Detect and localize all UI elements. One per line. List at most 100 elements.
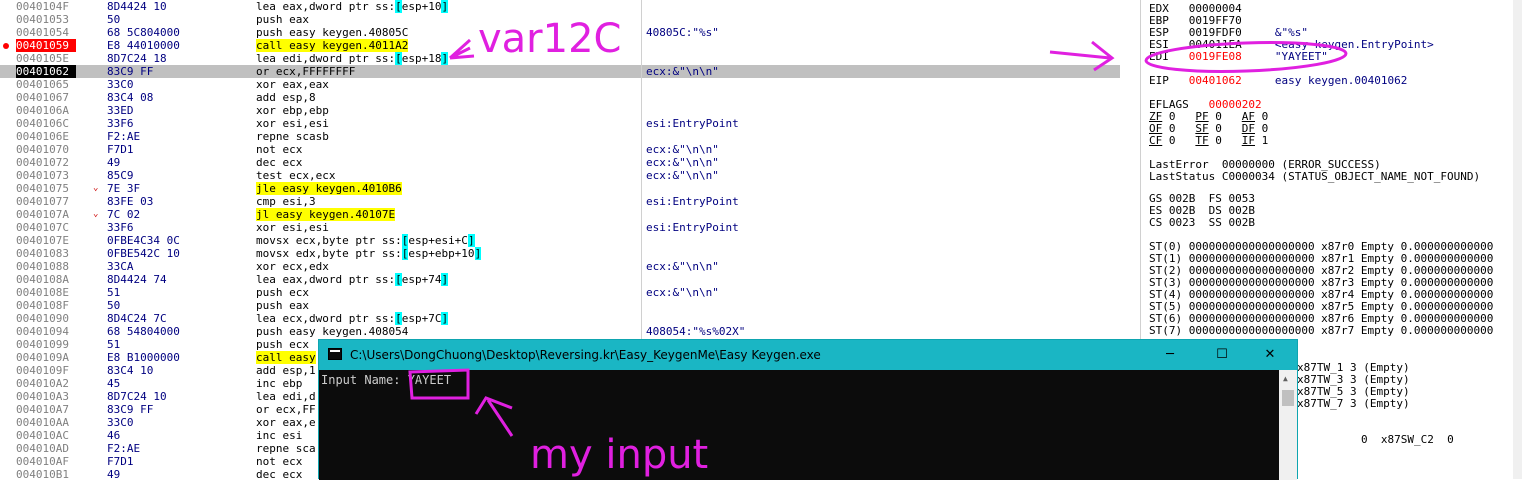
disasm-address[interactable]: 0040109A	[16, 351, 76, 364]
disasm-row[interactable]: 00401070 F7D1 not ecx ecx:&"\n\n"	[0, 143, 1120, 156]
disasm-address[interactable]: 00401053	[16, 13, 76, 26]
scroll-thumb[interactable]	[1282, 390, 1294, 406]
segment-row[interactable]: CS 0023 SS 002B	[1149, 217, 1255, 229]
disasm-row[interactable]: 00401073 85C9 test ecx,ecx ecx:&"\n\n"	[0, 169, 1120, 182]
disasm-address[interactable]: 004010A7	[16, 403, 76, 416]
disasm-address[interactable]: 004010AF	[16, 455, 76, 468]
disasm-row[interactable]: 00401067 83C4 08 add esp,8	[0, 91, 1120, 104]
disasm-address[interactable]: 004010AA	[16, 416, 76, 429]
disasm-address[interactable]: 004010A2	[16, 377, 76, 390]
disasm-row[interactable]: 00401053 50 push eax	[0, 13, 1120, 26]
disasm-address[interactable]: 0040109F	[16, 364, 76, 377]
fpu-row[interactable]: ST(7) 0000000000000000000 x87r7 Empty 0.…	[1149, 325, 1493, 337]
disasm-address[interactable]: 00401073	[16, 169, 76, 182]
disasm-instruction[interactable]: xor esi,esi	[256, 221, 641, 234]
flag-name[interactable]: IF	[1242, 134, 1255, 147]
minimize-button[interactable]: ─	[1147, 340, 1193, 370]
disasm-address[interactable]: 00401067	[16, 91, 76, 104]
disasm-address[interactable]: 00401062	[16, 65, 76, 78]
flag-name[interactable]: CF	[1149, 134, 1162, 147]
disasm-row[interactable]: 0040106E F2:AE repne scasb	[0, 130, 1120, 143]
disasm-row[interactable]: 00401077 83FE 03 cmp esi,3 esi:EntryPoint	[0, 195, 1120, 208]
disasm-instruction[interactable]: lea ecx,dword ptr ss:[esp+7C]	[256, 312, 641, 325]
disasm-instruction[interactable]: not ecx	[256, 143, 641, 156]
scroll-up-icon[interactable]: ▲	[1283, 374, 1288, 383]
disasm-instruction[interactable]: jle easy keygen.4010B6	[256, 182, 641, 195]
disasm-instruction[interactable]: add esp,8	[256, 91, 641, 104]
tag-word-row[interactable]: x87TW_7 3 (Empty)	[1297, 398, 1410, 410]
disasm-address[interactable]: 0040106A	[16, 104, 76, 117]
disasm-instruction[interactable]: lea eax,dword ptr ss:[esp+10]	[256, 0, 641, 13]
disasm-instruction[interactable]: test ecx,ecx	[256, 169, 641, 182]
disasm-row[interactable]: 00401090 8D4C24 7C lea ecx,dword ptr ss:[e…	[0, 312, 1120, 325]
disasm-row[interactable]: 0040108F 50 push eax	[0, 299, 1120, 312]
console-window[interactable]: C:\Users\DongChuong\Desktop\Reversing.kr…	[318, 339, 1298, 480]
disasm-instruction[interactable]: cmp esi,3	[256, 195, 641, 208]
disasm-address[interactable]: 00401083	[16, 247, 76, 260]
disasm-address[interactable]: 00401094	[16, 325, 76, 338]
disasm-address[interactable]: 0040108A	[16, 273, 76, 286]
disasm-address[interactable]: 0040108E	[16, 286, 76, 299]
disasm-instruction[interactable]: push easy keygen.408054	[256, 325, 641, 338]
disasm-instruction[interactable]: xor eax,eax	[256, 78, 641, 91]
disasm-row[interactable]: 0040105E 8D7C24 18 lea edi,dword ptr ss:[e…	[0, 52, 1120, 65]
disasm-row[interactable]: 0040107C 33F6 xor esi,esi esi:EntryPoint	[0, 221, 1120, 234]
disasm-address[interactable]: 00401059	[16, 39, 76, 52]
disasm-address[interactable]: 00401077	[16, 195, 76, 208]
disasm-instruction[interactable]: dec ecx	[256, 156, 641, 169]
disasm-address[interactable]: 00401099	[16, 338, 76, 351]
disasm-instruction[interactable]: repne scasb	[256, 130, 641, 143]
disasm-instruction[interactable]: push eax	[256, 13, 641, 26]
disasm-row[interactable]: 00401065 33C0 xor eax,eax	[0, 78, 1120, 91]
disasm-row[interactable]: 0040107A ⌄ 7C 02 jl easy keygen.40107E	[0, 208, 1120, 221]
disasm-row[interactable]: 0040107E 0FBE4C34 0C movsx ecx,byte ptr ss…	[0, 234, 1120, 247]
disasm-address[interactable]: 0040105E	[16, 52, 76, 65]
disasm-address[interactable]: 0040106C	[16, 117, 76, 130]
disasm-address[interactable]: 00401075	[16, 182, 76, 195]
disasm-row[interactable]: 00401088 33CA xor ecx,edx ecx:&"\n\n"	[0, 260, 1120, 273]
disasm-instruction[interactable]: xor ebp,ebp	[256, 104, 641, 117]
disasm-instruction[interactable]: push ecx	[256, 286, 641, 299]
disasm-instruction[interactable]: push easy keygen.40805C	[256, 26, 641, 39]
disasm-address[interactable]: 004010B1	[16, 468, 76, 479]
disasm-row[interactable]: 0040108E 51 push ecx ecx:&"\n\n"	[0, 286, 1120, 299]
disasm-address[interactable]: 0040107C	[16, 221, 76, 234]
disasm-address[interactable]: 0040104F	[16, 0, 76, 13]
disasm-address[interactable]: 00401072	[16, 156, 76, 169]
disasm-row[interactable]: 00401075 ⌄ 7E 3F jle easy keygen.4010B6	[0, 182, 1120, 195]
disasm-address[interactable]: 004010AD	[16, 442, 76, 455]
disasm-instruction[interactable]: jl easy keygen.40107E	[256, 208, 641, 221]
disasm-row[interactable]: 00401072 49 dec ecx ecx:&"\n\n"	[0, 156, 1120, 169]
registers-scrollbar[interactable]	[1513, 0, 1522, 479]
disasm-address[interactable]: 0040106E	[16, 130, 76, 143]
disasm-row[interactable]: 00401094 68 54804000 push easy keygen.4080…	[0, 325, 1120, 338]
disasm-row[interactable]: 0040106A 33ED xor ebp,ebp	[0, 104, 1120, 117]
disasm-instruction[interactable]: xor ecx,edx	[256, 260, 641, 273]
disasm-instruction[interactable]: movsx edx,byte ptr ss:[esp+ebp+10]	[256, 247, 641, 260]
flag-value[interactable]: 0	[1169, 134, 1176, 147]
disasm-address[interactable]: 00401054	[16, 26, 76, 39]
disasm-address[interactable]: 0040107E	[16, 234, 76, 247]
disasm-address[interactable]: 004010A3	[16, 390, 76, 403]
disasm-row[interactable]: 0040106C 33F6 xor esi,esi esi:EntryPoint	[0, 117, 1120, 130]
console-scrollbar[interactable]: ▲	[1279, 370, 1297, 480]
disasm-row[interactable]: 0040104F 8D4424 10 lea eax,dword ptr ss:[e…	[0, 0, 1120, 13]
disasm-address[interactable]: 004010AC	[16, 429, 76, 442]
disasm-address[interactable]: 00401088	[16, 260, 76, 273]
flag-name[interactable]: TF	[1195, 134, 1208, 147]
flag-value[interactable]: 1	[1262, 134, 1269, 147]
close-button[interactable]: ✕	[1247, 340, 1293, 370]
flag-value[interactable]: 0	[1215, 134, 1222, 147]
disasm-row[interactable]: 00401062 83C9 FF or ecx,FFFFFFFF ecx:&"\n\n…	[0, 65, 1120, 78]
disasm-instruction[interactable]: xor esi,esi	[256, 117, 641, 130]
register-eip[interactable]: EIP 00401062 easy keygen.00401062	[1149, 75, 1407, 87]
disasm-row[interactable]: 00401054 68 5C804000 push easy keygen.4080…	[0, 26, 1120, 39]
disasm-instruction[interactable]: push eax	[256, 299, 641, 312]
disasm-instruction[interactable]: lea eax,dword ptr ss:[esp+74]	[256, 273, 641, 286]
disasm-row[interactable]: 0040108A 8D4424 74 lea eax,dword ptr ss:[e…	[0, 273, 1120, 286]
disasm-address[interactable]: 00401090	[16, 312, 76, 325]
disasm-address[interactable]: 0040108F	[16, 299, 76, 312]
disasm-address[interactable]: 0040107A	[16, 208, 76, 221]
disasm-address[interactable]: 00401065	[16, 78, 76, 91]
disasm-instruction[interactable]: lea edi,dword ptr ss:[esp+18]	[256, 52, 641, 65]
